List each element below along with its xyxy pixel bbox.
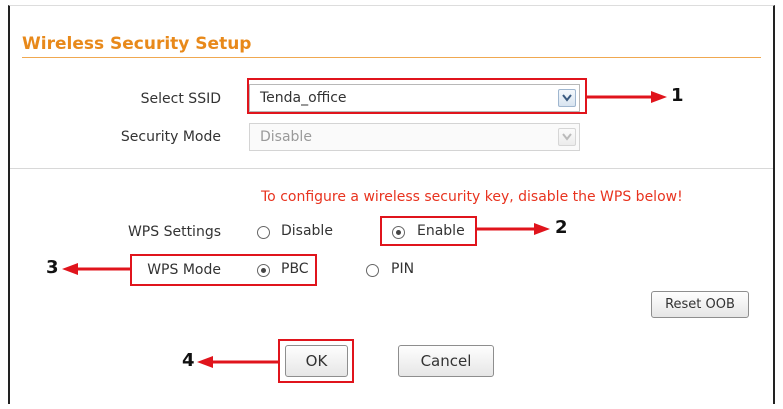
annotation-arrows [62, 91, 667, 368]
annotation-1: 1 [671, 85, 684, 106]
annotation-4: 4 [182, 350, 195, 371]
annotation-2: 2 [555, 217, 568, 238]
annotation-3: 3 [46, 257, 59, 278]
